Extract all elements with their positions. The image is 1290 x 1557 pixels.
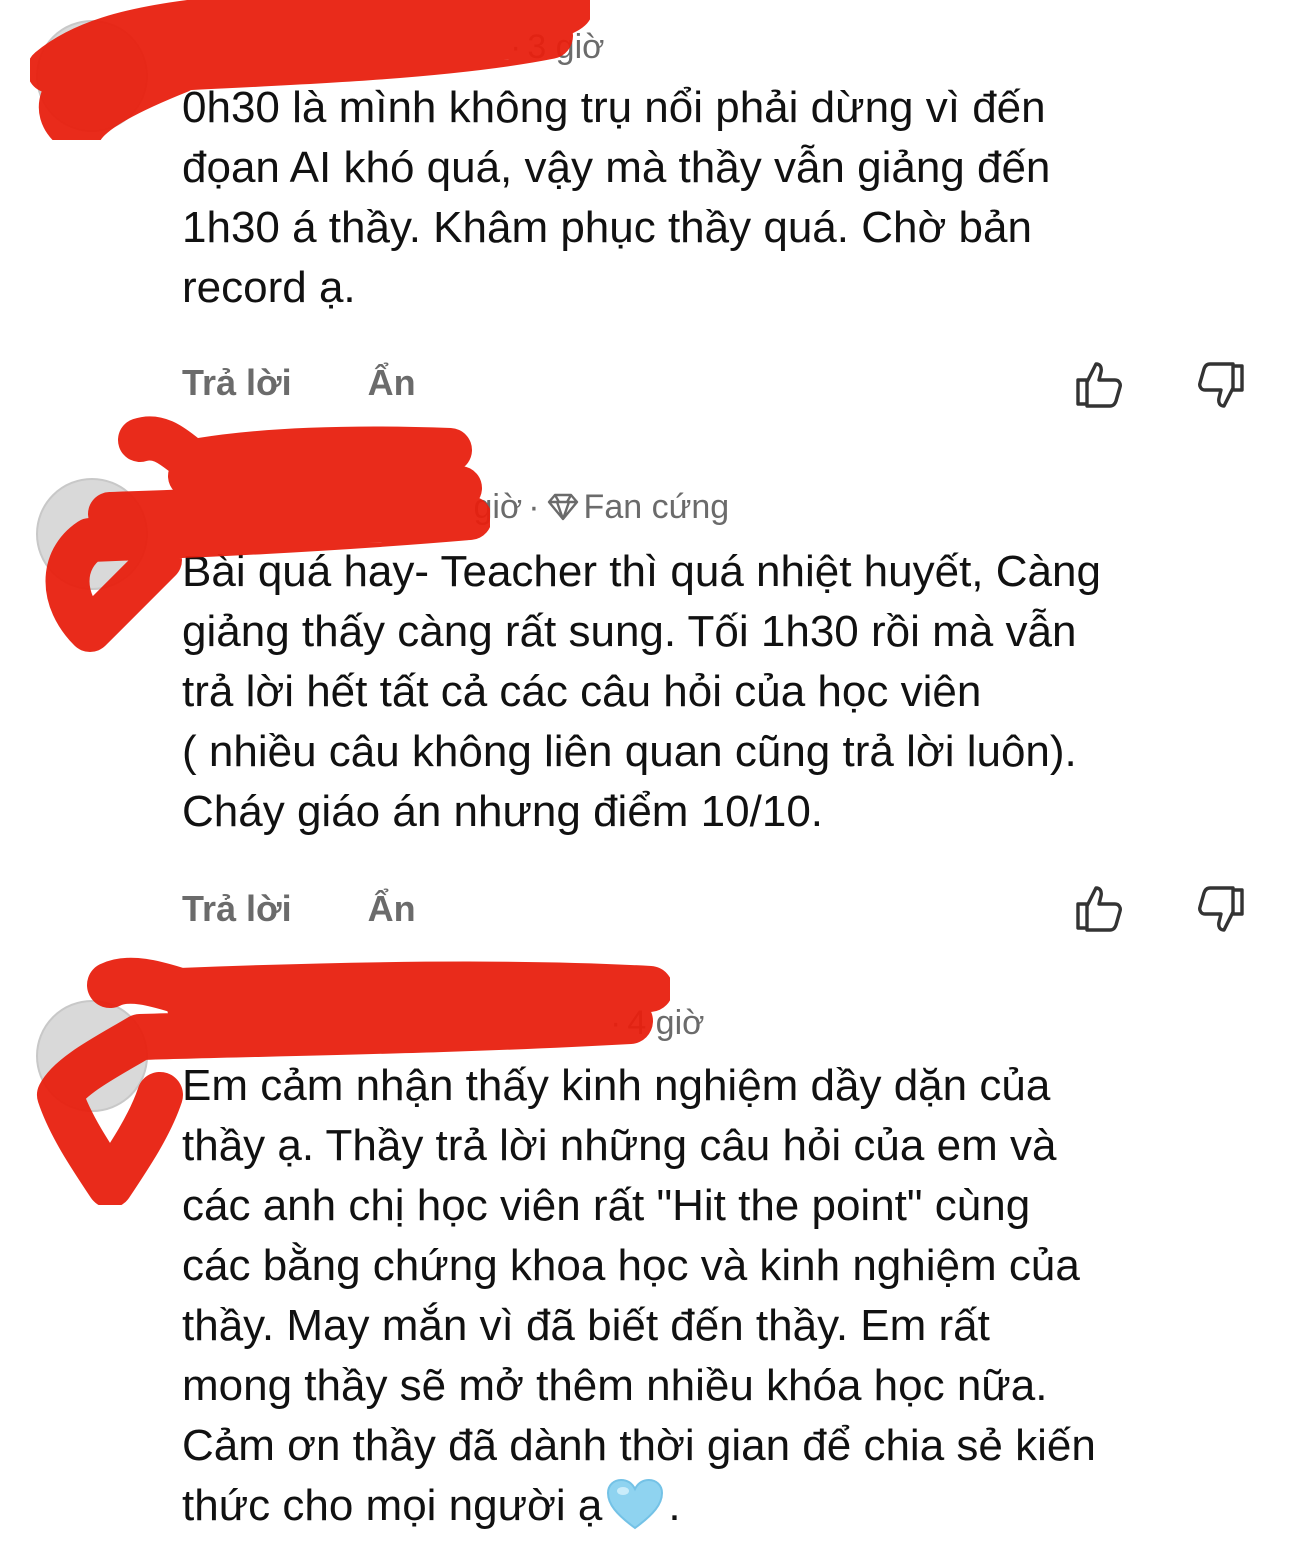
comment-text: Em cảm nhận thấy kinh nghiệm dầy dặn của…: [182, 1056, 1272, 1536]
comment-text-end: .: [668, 1481, 681, 1530]
comment-time: 4 giờ: [627, 1004, 705, 1042]
light-blue-heart-emoji: [607, 1478, 664, 1530]
meta-separator: ·: [610, 1004, 622, 1042]
comment-text-body: Em cảm nhận thấy kinh nghiệm dầy dặn của…: [182, 1061, 1096, 1530]
avatar[interactable]: [36, 1000, 148, 1112]
comment-meta: · 4 giờ: [184, 1004, 704, 1043]
comment-3: · 4 giờ Em cảm nhận thấy kinh nghiệm dầy …: [0, 0, 1290, 1557]
